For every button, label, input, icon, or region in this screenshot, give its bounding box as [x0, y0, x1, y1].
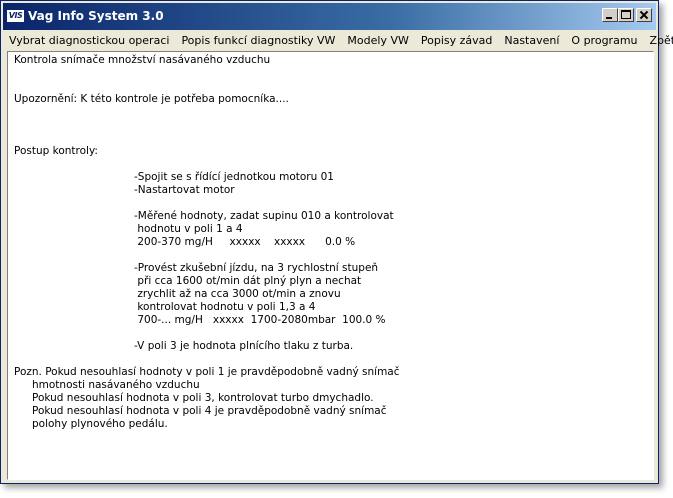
procedure-step: -Provést zkušební jízdu, na 3 rychlostní… — [134, 262, 379, 274]
title-bar[interactable]: VIS Vag Info System 3.0 — [3, 3, 656, 30]
menu-popisy-zavad[interactable]: Popisy závad — [415, 31, 499, 51]
procedure-step: -Nastartovat motor — [134, 184, 235, 196]
note-line: Pozn. Pokud nesouhlasí hodnoty v poli 1 … — [14, 366, 400, 378]
window-title: Vag Info System 3.0 — [28, 9, 164, 23]
maximize-button[interactable] — [618, 8, 634, 22]
note-line: hmotnosti nasávaného vzduchu — [32, 379, 200, 391]
procedure-step: kontrolovat hodnotu v poli 1,3 a 4 — [134, 301, 316, 313]
document-view[interactable]: Kontrola snímače množství nasávaného vzd… — [7, 51, 654, 480]
procedure-step: -Měřené hodnoty, zadat supinu 010 a kont… — [134, 210, 394, 222]
procedure-step: -Spojit se s řídící jednotkou motoru 01 — [134, 171, 334, 183]
warning-text: Upozornění: K této kontrole je potřeba p… — [14, 93, 289, 105]
app-logo-icon: VIS — [7, 10, 24, 22]
menu-zpet[interactable]: Zpět — [644, 31, 673, 51]
menu-nastaveni[interactable]: Nastavení — [498, 31, 565, 51]
procedure-step: 200-370 mg/H xxxxx xxxxx 0.0 % — [134, 236, 356, 248]
menu-bar: Vybrat diagnostickou operaci Popis funkc… — [3, 31, 673, 51]
minimize-button[interactable] — [602, 8, 618, 22]
menu-o-programu[interactable]: O programu — [565, 31, 643, 51]
procedure-step: 700-... mg/H xxxxx 1700-2080mbar 100.0 % — [134, 314, 386, 326]
close-button[interactable] — [636, 8, 652, 22]
note-line: Pokud nesouhlasí hodnota v poli 3, kontr… — [32, 392, 374, 404]
menu-vybrat-diagnostickou-operaci[interactable]: Vybrat diagnostickou operaci — [3, 31, 175, 51]
document-heading: Kontrola snímače množství nasávaného vzd… — [14, 54, 271, 66]
menu-popis-funkci-diagnostiky[interactable]: Popis funkcí diagnostiky VW — [175, 31, 341, 51]
procedure-label: Postup kontroly: — [14, 145, 98, 157]
procedure-step: -V poli 3 je hodnota plnícího tlaku z tu… — [134, 340, 354, 352]
procedure-step: při cca 1600 ot/min dát plný plyn a nech… — [134, 275, 362, 287]
note-line: polohy plynového pedálu. — [32, 418, 168, 430]
app-window: VIS Vag Info System 3.0 Vybrat diagnosti… — [0, 0, 673, 484]
procedure-step: zrychlit až na cca 3000 ot/min a znovu — [134, 288, 341, 300]
procedure-step: hodnotu v poli 1 a 4 — [134, 223, 243, 235]
menu-modely-vw[interactable]: Modely VW — [341, 31, 414, 51]
note-line: Pokud nesouhlasí hodnota v poli 4 je pra… — [32, 405, 387, 417]
